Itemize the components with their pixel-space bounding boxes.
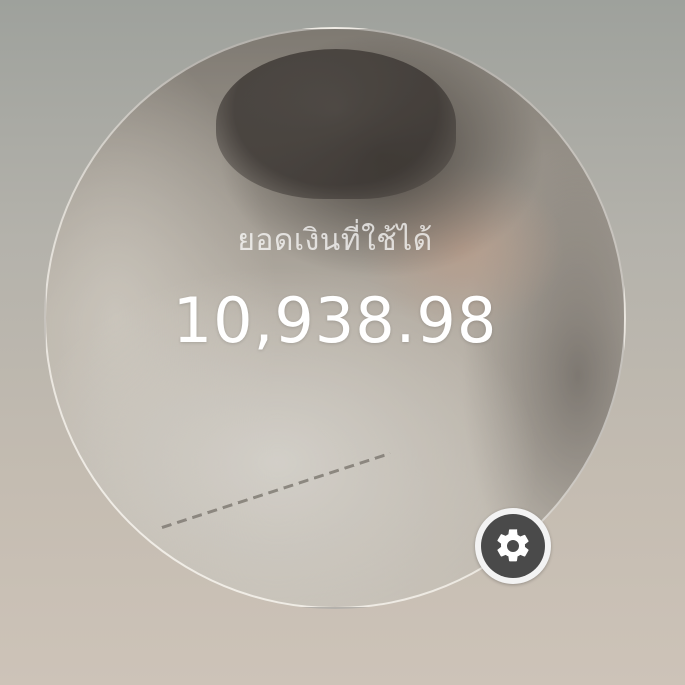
gear-icon bbox=[497, 529, 529, 562]
settings-button[interactable] bbox=[475, 508, 551, 584]
available-balance-amount: 10,938.98 bbox=[172, 284, 498, 357]
available-balance-label: ยอดเงินที่ใช้ได้ bbox=[237, 223, 433, 258]
settings-button-inner[interactable] bbox=[481, 514, 545, 578]
